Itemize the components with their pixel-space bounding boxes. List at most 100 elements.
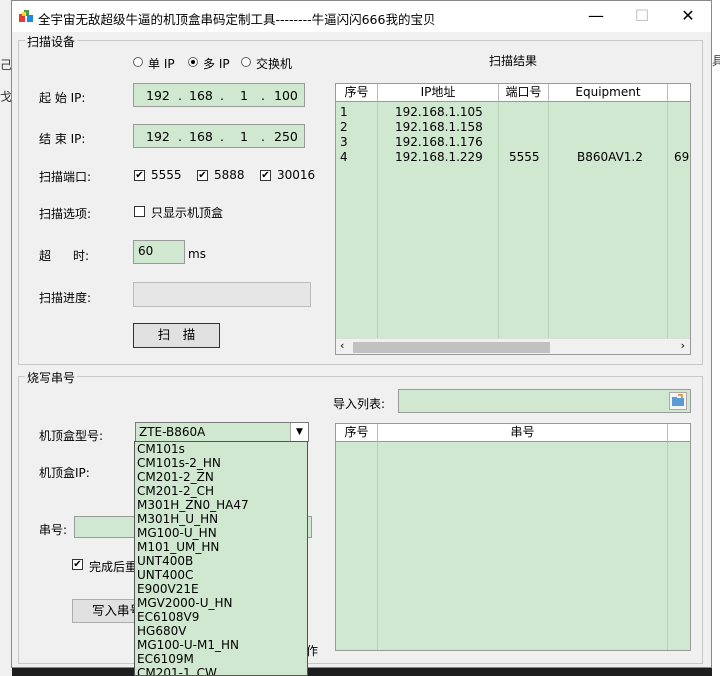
main-window: 全宇宙无敌超级牛逼的机顶盒串码定制工具--------牛逼闪闪666我的宝贝 —… [11,0,712,668]
mode-label-single: 单 IP [148,57,175,71]
scan-progress-bar [133,282,311,307]
model-combobox[interactable]: ZTE-B860A ▼ [135,422,309,442]
results-col-equipment[interactable]: Equipment [549,84,668,102]
result-ip: 192.168.1.229 [395,150,483,164]
scroll-left-icon[interactable]: ‹ [340,339,344,352]
timeout-label-b: 时: [73,249,90,263]
port-5555-label: 5555 [151,168,182,182]
result-extra: 69 [674,150,690,164]
result-index: 4 [340,150,348,164]
port-30016-label: 30016 [277,168,316,182]
minimize-button[interactable]: — [573,1,619,32]
scroll-right-icon[interactable]: › [681,339,685,352]
only-stb-label: 只显示机顶盒 [151,206,224,220]
serial-col-extra[interactable] [668,424,690,442]
scan-button[interactable]: 扫 描 [133,323,220,348]
close-button[interactable]: ✕ [665,1,711,32]
port-label: 扫描端口: [39,170,92,184]
timeout-field[interactable]: 60 [133,240,185,264]
background-text: 具 [712,54,720,68]
results-col-port[interactable]: 端口号 [499,84,549,102]
end-ip-label: 结 束 IP: [39,132,86,146]
port-5888-checkbox[interactable]: ✔ [197,170,208,181]
window-title: 全宇宙无敌超级牛逼的机顶盒串码定制工具--------牛逼闪闪666我的宝贝 [38,12,436,27]
model-option[interactable]: CM101s [135,442,307,456]
results-col-extra[interactable] [668,84,690,102]
end-ip-octet-2: 168 [189,129,213,144]
import-list-label: 导入列表: [333,397,386,411]
timeout-label-a: 超 [39,249,52,263]
model-option[interactable]: CM201-2_ZN [135,470,307,484]
model-option[interactable]: CM101s-2_HN [135,456,307,470]
serial-table[interactable]: 序号 串号 [335,423,691,651]
result-ip: 192.168.1.176 [395,135,483,149]
mode-radio-multi[interactable] [188,57,198,67]
result-index: 2 [340,120,348,134]
model-option[interactable]: EC6108V9 [135,610,307,624]
start-ip-label: 起 始 IP: [39,91,86,105]
results-scrollbar[interactable]: ‹ › [336,338,690,354]
scan-group-title: 扫描设备 [25,33,78,50]
burn-group-title: 烧写串号 [25,369,78,386]
scroll-thumb[interactable] [353,342,550,353]
end-ip-octet-1: 192 [146,129,170,144]
model-option[interactable]: MG100-U-M1_HN [135,638,307,652]
model-option[interactable]: UNT400C [135,568,307,582]
mode-label-switch: 交换机 [256,57,293,71]
model-option[interactable]: M301H_U_HN [135,512,307,526]
end-ip-octet-4: 250 [274,129,298,144]
start-ip-octet-2: 168 [189,88,213,103]
serial-col-serial[interactable]: 串号 [378,424,668,442]
result-index: 1 [340,105,348,119]
timeout-value: 60 [138,244,154,258]
stb-ip-label: 机顶盒IP: [39,466,90,480]
model-option[interactable]: UNT400B [135,554,307,568]
result-port: 5555 [509,150,540,164]
port-30016-checkbox[interactable]: ✔ [260,170,271,181]
mode-label-multi: 多 IP [203,57,230,71]
result-ip: 192.168.1.105 [395,105,483,119]
model-dropdown-list[interactable]: CM101s CM101s-2_HN CM201-2_ZN CM201-2_CH… [134,441,308,676]
model-option[interactable]: MG100-U_HN [135,526,307,540]
start-ip-field[interactable]: 192 . 168 . 1 . 100 [133,83,305,107]
title-bar[interactable]: 全宇宙无敌超级牛逼的机顶盒串码定制工具--------牛逼闪闪666我的宝贝 —… [12,1,711,32]
mode-radio-switch[interactable] [241,57,251,67]
start-ip-octet-4: 100 [274,88,298,103]
background-right-strip [712,0,720,676]
result-ip: 192.168.1.158 [395,120,483,134]
model-option[interactable]: M101_UM_HN [135,540,307,554]
results-table[interactable]: 序号 IP地址 端口号 Equipment 1 192.168.1.105 2 … [335,83,691,355]
after-done-checkbox[interactable]: ✔ [72,559,83,570]
model-option[interactable]: CM201-1_CW [135,666,307,675]
chevron-down-icon[interactable]: ▼ [290,423,308,441]
end-ip-octet-3: 1 [240,129,248,144]
model-option[interactable]: M301H_ZN0_HA47 [135,498,307,512]
serial-label: 串号: [39,523,68,537]
open-folder-icon [672,394,684,406]
start-ip-octet-1: 192 [146,88,170,103]
results-col-index[interactable]: 序号 [336,84,378,102]
model-option[interactable]: EC6109M [135,652,307,666]
serial-col-index[interactable]: 序号 [336,424,378,442]
progress-label: 扫描进度: [39,291,92,305]
model-option[interactable]: CM201-2_CH [135,484,307,498]
results-col-ip[interactable]: IP地址 [378,84,499,102]
port-5555-checkbox[interactable]: ✔ [134,170,145,181]
port-5888-label: 5888 [214,168,245,182]
import-list-field[interactable] [398,389,691,413]
end-ip-field[interactable]: 192 . 168 . 1 . 250 [133,124,305,148]
import-file-button[interactable] [669,392,687,410]
result-index: 3 [340,135,348,149]
model-selected: ZTE-B860A [139,425,206,439]
start-ip-octet-3: 1 [240,88,248,103]
timeout-unit: ms [188,247,206,261]
model-label: 机顶盒型号: [39,429,104,443]
model-option[interactable]: HG680V [135,624,307,638]
mode-radio-single[interactable] [133,57,143,67]
after-done-label: 完成后重 [89,560,138,574]
only-stb-checkbox[interactable] [134,206,145,217]
model-option[interactable]: E900V21E [135,582,307,596]
results-title: 扫描结果 [489,54,538,68]
model-option[interactable]: MGV2000-U_HN [135,596,307,610]
maximize-button: ☐ [634,6,650,25]
